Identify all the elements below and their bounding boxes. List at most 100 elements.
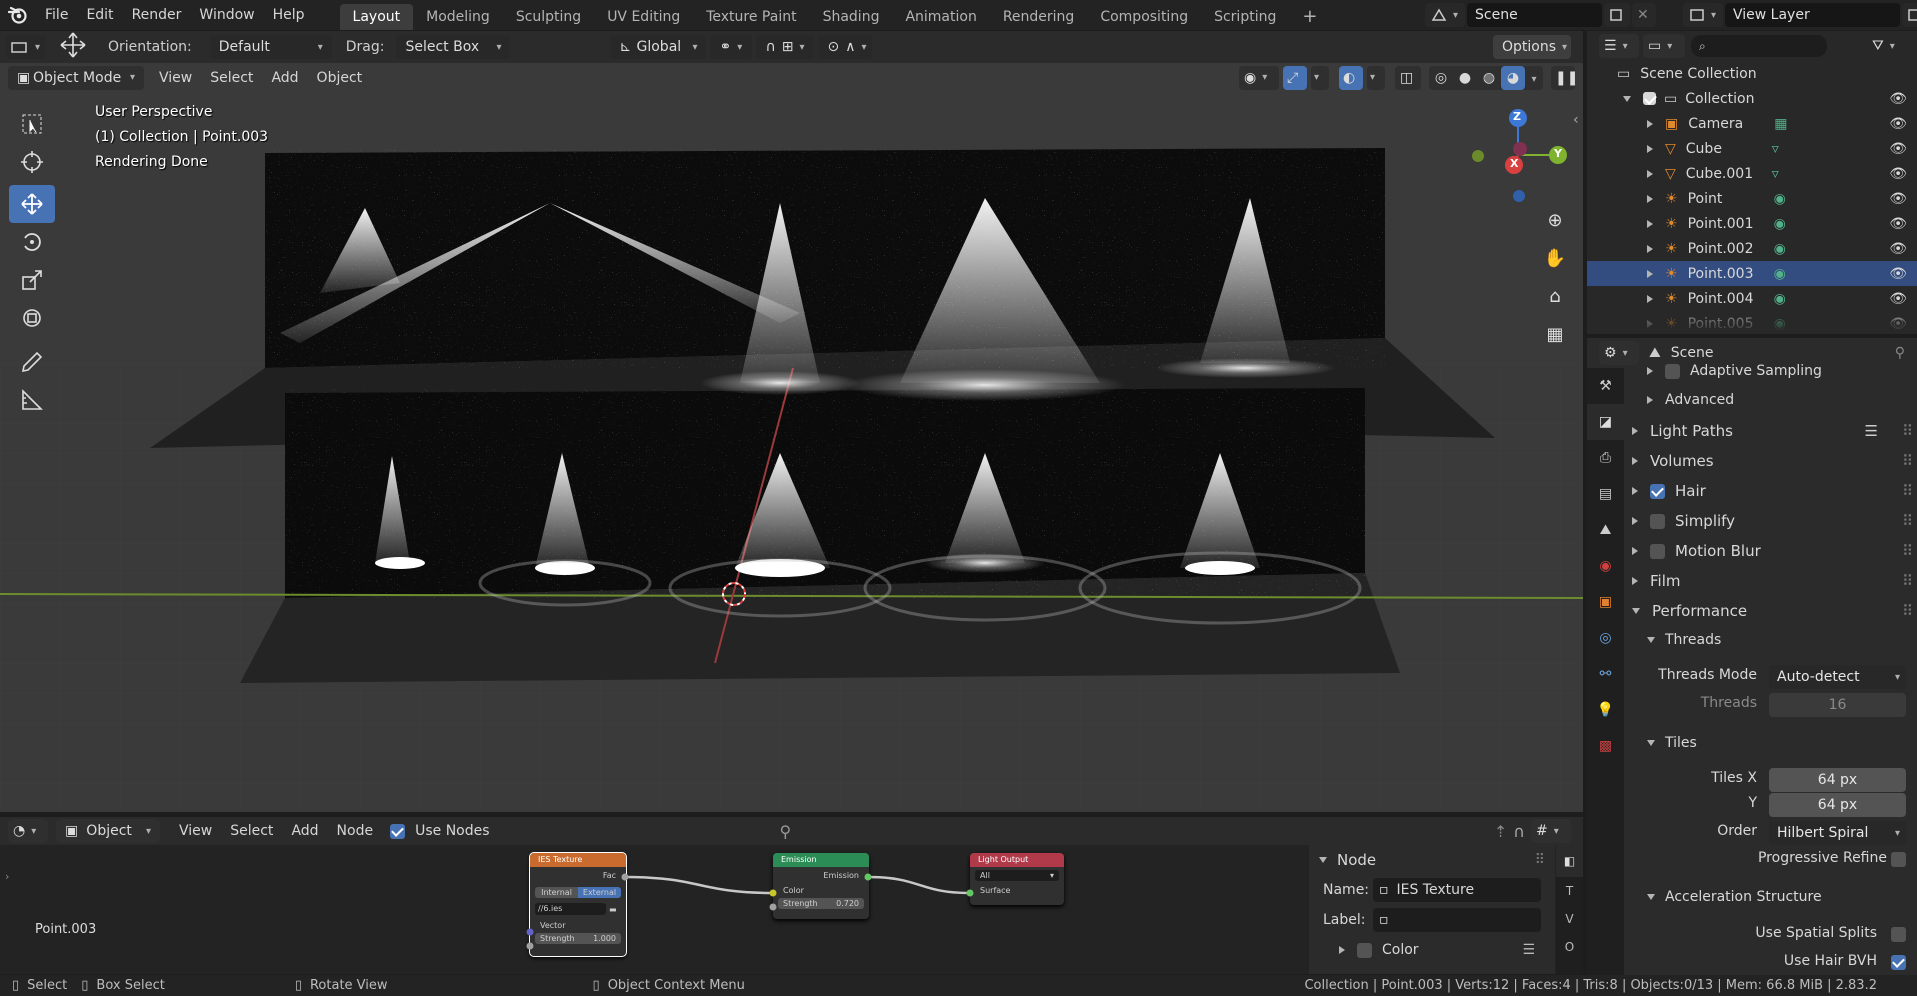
constraints-tab-icon[interactable]: ⚯ [1587,656,1624,692]
outliner-item[interactable]: ▽ Cube ▿ 👁 [1587,136,1917,161]
shading-dropdown[interactable]: ▾ [1525,70,1543,86]
select-box-tool[interactable] [9,105,55,143]
menu-render[interactable]: Render [123,0,191,30]
section-hair[interactable]: Hair ⠿ [1627,476,1915,506]
outliner-editor-type-button[interactable]: ☰ ▾ [1599,34,1639,58]
tab-compositing[interactable]: Compositing [1087,4,1201,30]
material-shading-button[interactable]: ◍ [1477,70,1501,86]
use-nodes-toggle[interactable]: Use Nodes [390,823,490,839]
expand-icon[interactable] [1647,396,1653,404]
gizmo-toggle[interactable]: ⤢ [1283,65,1307,90]
item-expand-icon[interactable] [1647,144,1653,153]
scale-tool[interactable] [9,261,55,299]
node-menu-add[interactable]: Add [282,818,327,844]
outliner-item[interactable]: ☀ Point ◉ 👁 [1587,186,1917,211]
tab-animation[interactable]: Animation [892,4,989,30]
expand-icon[interactable] [1632,487,1638,495]
color-presets-icon[interactable]: ☰ [1522,942,1535,958]
collapse-icon[interactable] [1647,894,1655,900]
pan-hand-icon[interactable]: ✋ [1538,248,1572,286]
use-nodes-checkbox[interactable] [390,823,406,839]
physics-tab-icon[interactable]: ◎ [1587,620,1624,656]
tab-modeling[interactable]: Modeling [413,4,503,30]
gizmo-dropdown[interactable]: ▾ [1311,65,1329,90]
tool-tab-icon[interactable]: ⚒ [1587,368,1624,404]
xray-toggle[interactable]: ◫ [1395,65,1421,90]
drag-handle-icon[interactable]: ⠿ [1902,422,1913,440]
output-tab-icon[interactable]: ⎙ [1587,440,1624,476]
light-data-icon[interactable]: ◉ [1774,191,1786,207]
menu-window[interactable]: Window [190,0,263,30]
color-section-expand-icon[interactable] [1339,946,1345,954]
menu-edit[interactable]: Edit [77,0,122,30]
visibility-eye-icon[interactable]: 👁 [1889,116,1907,132]
section-performance[interactable]: Performance ⠿ [1627,596,1915,626]
transform-orientation-dropdown[interactable]: ⊾ Global ▾ [610,35,707,59]
section-light-paths[interactable]: Light Paths ☰ ⠿ [1627,416,1915,446]
subsection-acceleration[interactable]: Acceleration Structure [1627,883,1915,911]
motion-blur-checkbox[interactable] [1650,543,1665,559]
tab-scripting[interactable]: Scripting [1201,4,1289,30]
node-name-field[interactable]: ▫ IES Texture [1373,878,1541,902]
tab-texture-paint[interactable]: Texture Paint [693,4,809,30]
menu-file[interactable]: File [36,0,77,30]
subsection-tiles[interactable]: Tiles [1627,729,1915,757]
tab-sculpting[interactable]: Sculpting [503,4,594,30]
section-film[interactable]: Film ⠿ [1627,566,1915,596]
tiles-y-field[interactable]: 64 px [1769,793,1906,817]
collection-visibility-eye-icon[interactable]: 👁 [1889,91,1907,107]
zoom-icon[interactable]: ⊕ [1538,210,1572,248]
outliner-item[interactable]: ▣ Camera ▦ 👁 [1587,111,1917,136]
scene-tab-icon[interactable]: ⛰ [1587,512,1624,548]
presets-list-icon[interactable]: ☰ [1865,422,1878,440]
drag-dropdown[interactable]: Select Box ▾ [396,35,511,59]
collapse-icon[interactable] [1647,637,1655,643]
navigation-gizmo[interactable]: Z Y X [1470,103,1570,203]
add-workspace-button[interactable]: + [1289,4,1330,30]
drag-handle-icon[interactable]: ⠿ [1902,482,1913,500]
options-dropdown[interactable]: Options ▾ [1493,35,1571,59]
tiles-x-field[interactable]: 64 px [1769,768,1906,792]
collapse-icon[interactable] [1632,608,1640,614]
progressive-refine-checkbox[interactable] [1891,852,1906,867]
hair-checkbox[interactable] [1650,483,1665,499]
threads-count-field[interactable]: 16 [1769,693,1906,717]
use-custom-color-checkbox[interactable] [1357,942,1372,958]
outliner-item[interactable]: ☀ Point.002 ◉ 👁 [1587,236,1917,261]
outliner-collection[interactable]: ▭ Collection 👁 [1587,86,1917,111]
expand-icon[interactable] [1632,427,1638,435]
node-section-expand-icon[interactable] [1319,857,1327,863]
delete-scene-button[interactable]: ✕ [1632,3,1656,27]
node-tab-options[interactable]: O [1556,933,1583,961]
overlays-dropdown[interactable]: ▾ [1367,65,1385,90]
editor-type-button[interactable]: ▾ [6,35,46,59]
mesh-data-icon[interactable]: ▿ [1772,141,1779,157]
section-volumes[interactable]: Volumes ⠿ [1627,446,1915,476]
snap-element-dropdown[interactable]: # ▾ [1531,819,1571,843]
collection-include-checkbox[interactable] [1643,92,1656,105]
visibility-eye-icon[interactable]: 👁 [1889,266,1907,282]
ortho-grid-icon[interactable]: ▦ [1538,324,1572,362]
section-motion-blur[interactable]: Motion Blur ⠿ [1627,536,1915,566]
scene-browse-button[interactable]: ▾ [1425,3,1465,27]
node-tab-view[interactable]: V [1556,905,1583,933]
outliner-search-input[interactable]: ⌕ [1691,35,1827,57]
simplify-checkbox[interactable] [1650,513,1665,529]
annotate-tool[interactable] [9,343,55,381]
section-simplify[interactable]: Simplify ⠿ [1627,506,1915,536]
visibility-eye-icon[interactable]: 👁 [1889,216,1907,232]
tab-layout[interactable]: Layout [339,4,414,30]
node-tab-tool[interactable]: T [1556,877,1583,905]
adaptive-sampling-checkbox[interactable] [1665,363,1680,379]
viewport-menu-add[interactable]: Add [262,65,307,91]
subsection-threads[interactable]: Threads [1627,626,1915,654]
view-layer-tab-icon[interactable]: ▤ [1587,476,1624,512]
pause-render-button[interactable]: ❚❚ [1551,65,1578,90]
outliner-item[interactable]: ☀ Point.003 ◉ 👁 [1587,261,1917,286]
tab-rendering[interactable]: Rendering [990,4,1088,30]
overlays-toggle[interactable]: ◐ [1339,65,1363,90]
rotate-tool[interactable] [9,223,55,261]
node-menu-node[interactable]: Node [328,818,383,844]
camera-data-icon[interactable]: ▦ [1774,116,1787,132]
measure-tool[interactable] [9,381,55,419]
